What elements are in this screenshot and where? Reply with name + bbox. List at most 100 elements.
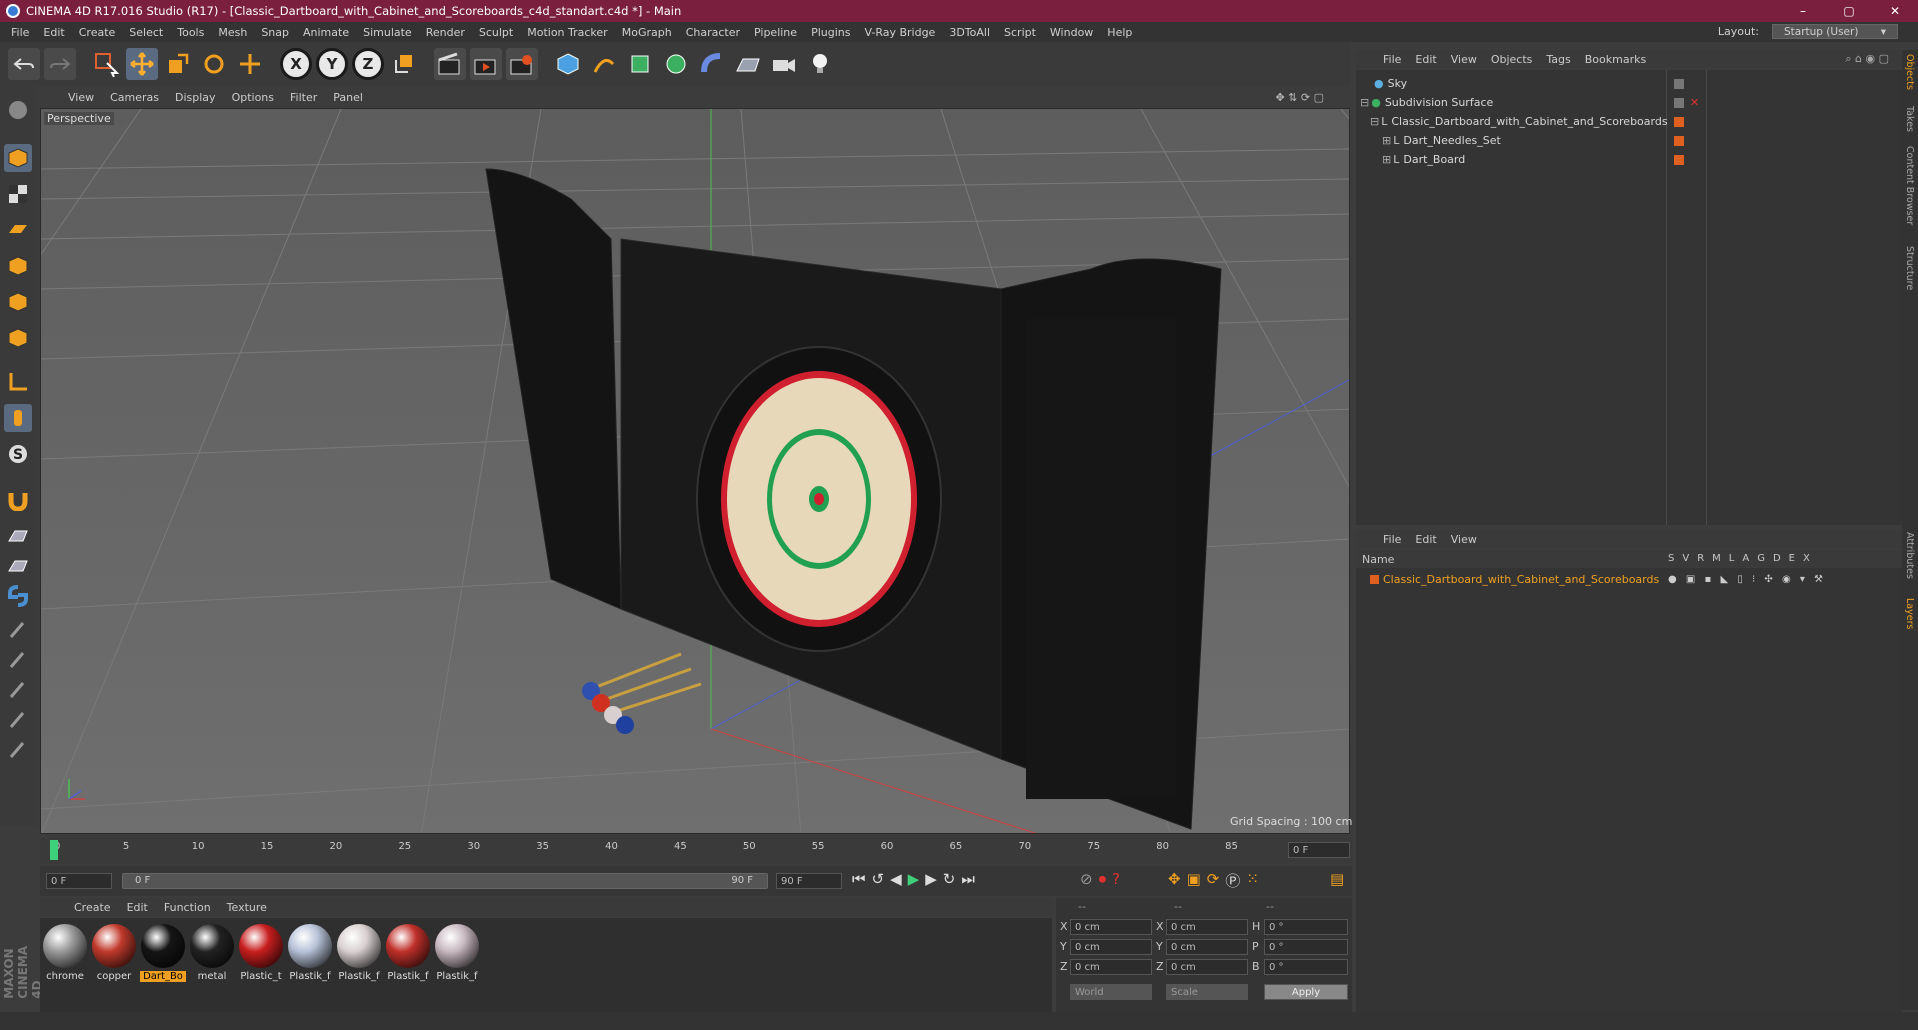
- python-button[interactable]: [4, 582, 32, 610]
- menu-edit[interactable]: Edit: [36, 26, 71, 39]
- viewport-nav-icons[interactable]: ✥ ⇅ ⟳ ▢: [1267, 91, 1332, 104]
- rotation-h-field[interactable]: 0 °: [1264, 919, 1348, 935]
- axis-mode-button[interactable]: [4, 368, 32, 396]
- object-menu-edit[interactable]: Edit: [1408, 53, 1443, 66]
- layer-color-swatch[interactable]: [1370, 575, 1379, 584]
- render-settings-button[interactable]: [506, 48, 538, 80]
- undo-button[interactable]: [8, 48, 40, 80]
- close-button[interactable]: ✕: [1872, 0, 1918, 22]
- viewport-menu-filter[interactable]: Filter: [282, 91, 325, 104]
- tab-content-browser[interactable]: Content Browser: [1904, 146, 1915, 225]
- viewport-menu-display[interactable]: Display: [167, 91, 224, 104]
- material-swatch[interactable]: Plastik_f: [385, 924, 431, 982]
- light-button[interactable]: [804, 48, 836, 80]
- material-swatch[interactable]: Dart_Bo: [140, 924, 186, 982]
- menu-animate[interactable]: Animate: [296, 26, 356, 39]
- visibility-toggle[interactable]: [1674, 78, 1684, 89]
- coordinate-system-button[interactable]: [388, 48, 420, 80]
- position-x-field[interactable]: 0 cm: [1070, 919, 1152, 935]
- material-swatch[interactable]: copper: [91, 924, 137, 982]
- menu-script[interactable]: Script: [997, 26, 1043, 39]
- key-rotation-icon[interactable]: ⟳: [1207, 870, 1220, 891]
- workplane-lock-button[interactable]: [4, 522, 32, 550]
- step-back-icon[interactable]: ◀: [890, 870, 902, 888]
- record-icon[interactable]: ⏺: [1099, 870, 1107, 888]
- sculpt-brush-button-4[interactable]: [4, 706, 32, 734]
- expand-icon[interactable]: ⊞: [1382, 134, 1391, 147]
- tab-attributes[interactable]: Attributes: [1904, 532, 1915, 579]
- object-row-subdivision[interactable]: ⊟ ● Subdivision Surface ✕: [1356, 93, 1902, 112]
- scale-tool-button[interactable]: [162, 48, 194, 80]
- keyframe-icon[interactable]: ⊘: [1080, 870, 1093, 888]
- material-menu-function[interactable]: Function: [156, 901, 219, 914]
- sculpt-brush-button-3[interactable]: [4, 676, 32, 704]
- x-axis-toggle[interactable]: X: [280, 48, 312, 80]
- rotation-b-field[interactable]: 0 °: [1264, 959, 1348, 975]
- previous-key-icon[interactable]: ↺: [872, 870, 885, 888]
- menu-help[interactable]: Help: [1100, 26, 1139, 39]
- object-row-dart-needles[interactable]: ⊞ L Dart_Needles_Set: [1356, 131, 1902, 150]
- edges-mode-button[interactable]: [4, 288, 32, 316]
- object-menu-file[interactable]: File: [1376, 53, 1408, 66]
- go-to-start-icon[interactable]: ⏮: [852, 870, 866, 888]
- grid-snap-button[interactable]: [4, 552, 32, 580]
- end-frame-field[interactable]: 90 F: [776, 873, 842, 889]
- key-position-icon[interactable]: ✥: [1168, 870, 1181, 891]
- material-tag[interactable]: [1674, 135, 1684, 146]
- object-row-sky[interactable]: ● Sky: [1356, 74, 1902, 93]
- menu-plugins[interactable]: Plugins: [804, 26, 857, 39]
- layer-menu-view[interactable]: View: [1444, 533, 1484, 546]
- snap-button[interactable]: S: [4, 440, 32, 468]
- cloner-button[interactable]: [660, 48, 692, 80]
- material-swatch[interactable]: metal: [189, 924, 235, 982]
- live-selection-button[interactable]: [90, 48, 122, 80]
- timeline-window-icon[interactable]: ▤: [1330, 870, 1344, 888]
- menu-motion-tracker[interactable]: Motion Tracker: [520, 26, 614, 39]
- object-row-dart-board[interactable]: ⊞ L Dart_Board: [1356, 150, 1902, 169]
- pen-spline-button[interactable]: [588, 48, 620, 80]
- layer-flag-icons[interactable]: ● ▣ ▪ ◣ ▯ ⁝ ✣ ◉ ▾ ⚒: [1668, 574, 1826, 585]
- timeline-ruler[interactable]: 051015202530354045505560657075808590 0 F: [40, 838, 1352, 864]
- menu-window[interactable]: Window: [1043, 26, 1100, 39]
- points-mode-button[interactable]: [4, 252, 32, 280]
- menu-sculpt[interactable]: Sculpt: [472, 26, 520, 39]
- size-y-field[interactable]: 0 cm: [1166, 939, 1248, 955]
- viewport-menu-view[interactable]: View: [60, 91, 102, 104]
- floor-button[interactable]: [732, 48, 764, 80]
- maximize-button[interactable]: ▢: [1826, 0, 1872, 22]
- tweak-mode-button[interactable]: [4, 404, 32, 432]
- camera-button[interactable]: [768, 48, 800, 80]
- menu-mograph[interactable]: MoGraph: [615, 26, 679, 39]
- model-mode-button[interactable]: [4, 144, 32, 172]
- material-tag[interactable]: [1674, 154, 1684, 165]
- current-frame-field[interactable]: 0 F: [1288, 842, 1350, 858]
- position-z-field[interactable]: 0 cm: [1070, 959, 1152, 975]
- object-menu-objects[interactable]: Objects: [1484, 53, 1540, 66]
- object-row-cabinet[interactable]: ⊟ L Classic_Dartboard_with_Cabinet_and_S…: [1356, 112, 1902, 131]
- tab-structure[interactable]: Structure: [1904, 246, 1915, 290]
- object-menu-view[interactable]: View: [1444, 53, 1484, 66]
- material-menu-edit[interactable]: Edit: [119, 901, 156, 914]
- texture-mode-button[interactable]: [4, 180, 32, 208]
- playhead[interactable]: [50, 840, 58, 860]
- material-swatch[interactable]: Plastik_f: [287, 924, 333, 982]
- sculpt-brush-button-5[interactable]: [4, 736, 32, 764]
- deformer-button[interactable]: [696, 48, 728, 80]
- coordinate-mode-select[interactable]: World: [1070, 984, 1152, 1000]
- menu-render[interactable]: Render: [419, 26, 472, 39]
- recent-tool-button[interactable]: [234, 48, 266, 80]
- menu-vray-bridge[interactable]: V-Ray Bridge: [857, 26, 942, 39]
- layout-select[interactable]: Startup (User) ▾: [1772, 24, 1898, 39]
- y-axis-toggle[interactable]: Y: [316, 48, 348, 80]
- object-menu-bookmarks[interactable]: Bookmarks: [1578, 53, 1653, 66]
- key-scale-icon[interactable]: ▣: [1187, 870, 1201, 891]
- layer-menu-file[interactable]: File: [1376, 533, 1408, 546]
- workplane-mode-button[interactable]: [4, 216, 32, 244]
- size-z-field[interactable]: 0 cm: [1166, 959, 1248, 975]
- menu-mesh[interactable]: Mesh: [211, 26, 254, 39]
- sculpt-brush-button-2[interactable]: [4, 646, 32, 674]
- layer-row[interactable]: Classic_Dartboard_with_Cabinet_and_Score…: [1356, 570, 1902, 589]
- go-to-end-icon[interactable]: ⏭: [961, 870, 975, 888]
- viewport-menu-cameras[interactable]: Cameras: [102, 91, 167, 104]
- menu-file[interactable]: File: [4, 26, 36, 39]
